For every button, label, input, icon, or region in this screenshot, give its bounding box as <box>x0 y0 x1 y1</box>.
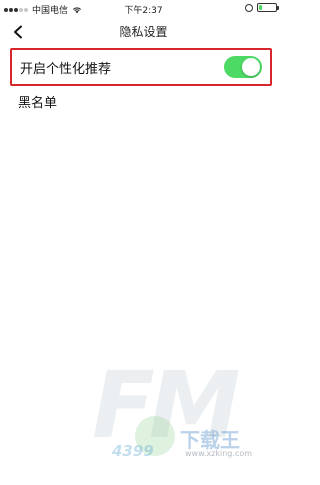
watermark-4399-text: 4399 <box>112 442 154 460</box>
watermark-mascot-icon <box>135 416 175 456</box>
watermark-logo-text: FM <box>92 352 240 459</box>
page-title: 隐私设置 <box>119 25 168 39</box>
personalized-recommendation-toggle[interactable] <box>224 56 262 78</box>
personalized-recommendation-label: 开启个性化推荐 <box>20 61 112 77</box>
battery-icon <box>257 3 279 12</box>
battery-level <box>259 5 262 10</box>
watermark-url-text: www.xzking.com <box>185 449 253 458</box>
blacklist-row[interactable]: 黑名单 <box>10 88 272 114</box>
toggle-knob <box>242 58 260 76</box>
status-bar: 中国电信 下午2:37 <box>0 0 287 18</box>
status-right <box>245 3 279 12</box>
personalized-recommendation-row: 开启个性化推荐 <box>10 48 272 86</box>
alarm-icon <box>245 3 253 12</box>
status-time: 下午2:37 <box>124 6 163 16</box>
watermark-brand-text: 下载王 <box>180 428 240 452</box>
blacklist-label: 黑名单 <box>18 95 58 111</box>
nav-bar: 隐私设置 <box>0 18 287 46</box>
